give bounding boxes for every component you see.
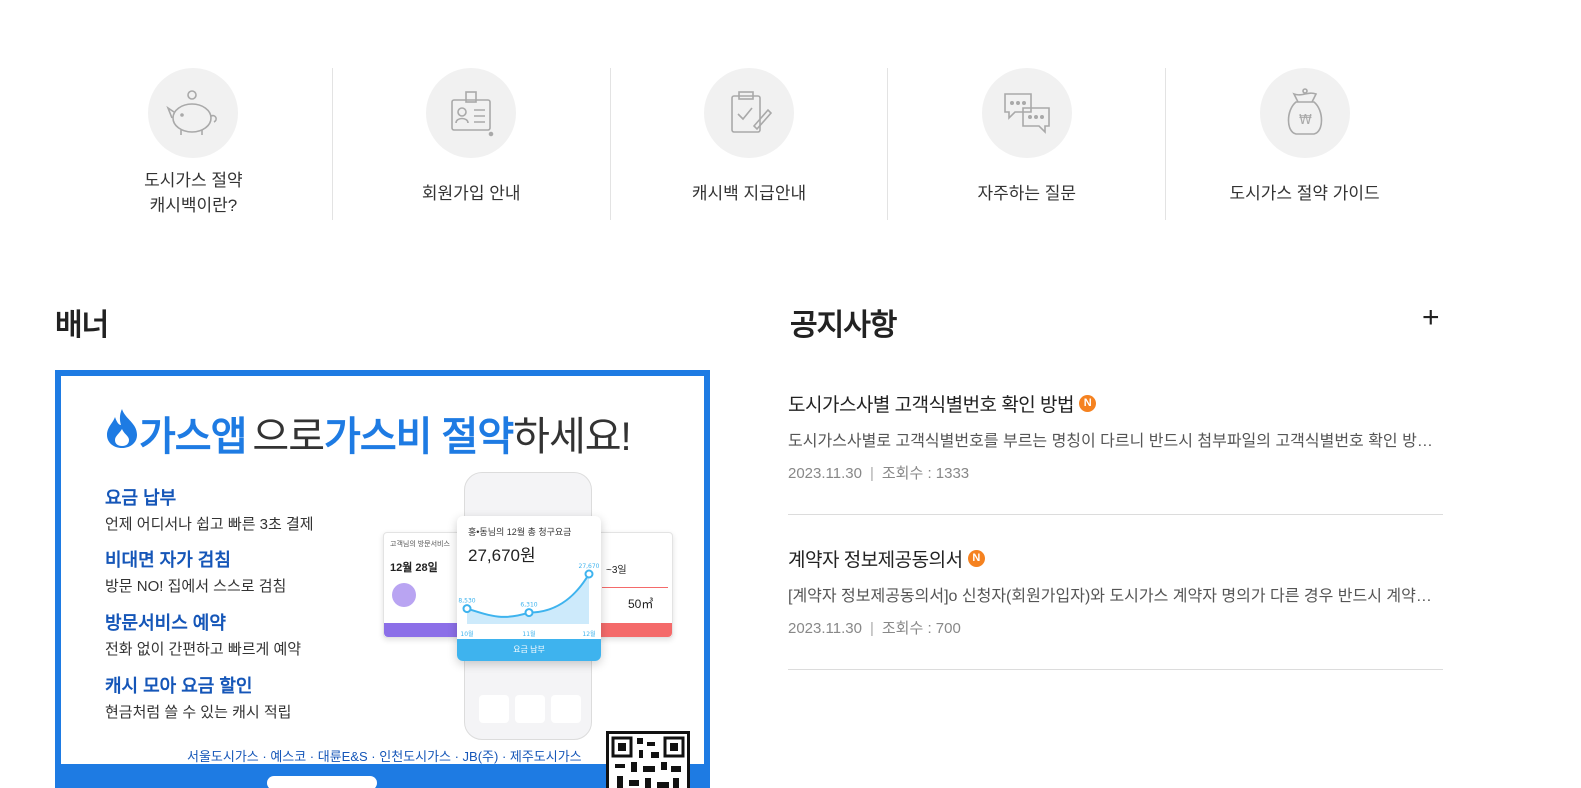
phone-menu-tile: [551, 695, 581, 723]
bill-card: 홍•동님의 12월 총 청구요금 27,670원 8,530 10월 6,310 11…: [457, 516, 601, 661]
feature-desc: 현금처럼 쓸 수 있는 캐시 적립: [105, 704, 292, 721]
notice-meta: 2023.11.30 | 조회수 : 700: [788, 617, 961, 638]
notice-section-title: 공지사항: [790, 309, 897, 342]
left-card-title: 고객님의 방문서비스: [390, 541, 450, 548]
new-badge: N: [1079, 395, 1097, 412]
right-card-divider: [602, 587, 668, 588]
chart-point: [584, 569, 594, 579]
quick-menu-label: 도시가스 절약 가이드: [1229, 183, 1380, 203]
quick-menu-label: 캐시백 지급안내: [691, 183, 807, 203]
svg-text:₩: ₩: [1299, 113, 1312, 128]
right-card-range: ~3일: [606, 565, 627, 576]
notice-title-text: 계약자 정보제공동의서: [788, 550, 963, 571]
phone-menu-tile: [479, 695, 509, 723]
checklist-icon: [703, 68, 794, 158]
notice-meta: 2023.11.30 | 조회수 : 1333: [788, 462, 969, 483]
notice-views: 조회수 : 700: [881, 620, 961, 637]
right-card-bar: [596, 623, 672, 637]
notice-date: 2023.11.30: [788, 620, 862, 637]
right-card-value: 50㎥: [628, 597, 654, 611]
new-badge: N: [967, 550, 985, 567]
feature-title: 캐시 모아 요금 할인: [105, 676, 253, 696]
chart-month-label: 12월: [582, 630, 595, 638]
headline-end: 하세요!: [513, 415, 632, 459]
chart-point: [462, 604, 472, 614]
notice-title: 도시가스사별 고객식별번호 확인 방법 N: [788, 390, 1097, 417]
headline-saving: 가스비 절약: [324, 415, 514, 459]
banner-content: 가스앱 으로 가스비 절약 하세요! 요금 납부 언제 어디서나 쉽고 빠른 3…: [61, 376, 704, 788]
chart-data-label: 8,530: [458, 598, 475, 605]
quick-menu-signup-guide[interactable]: 회원가입 안내: [333, 68, 611, 220]
feature-visit-service: 방문서비스 예약 전화 없이 간편하고 빠르게 예약: [105, 609, 301, 659]
notice-date: 2023.11.30: [788, 465, 862, 482]
quick-menu-label: 자주하는 질문: [977, 183, 1077, 203]
headline-connector: 으로: [252, 415, 325, 459]
feature-desc: 방문 NO! 집에서 스스로 검침: [105, 578, 287, 595]
notice-title: 계약자 정보제공동의서 N: [788, 545, 985, 572]
quick-menu-label: 도시가스 절약 캐시백이란?: [144, 171, 243, 215]
meta-separator: |: [869, 465, 874, 482]
left-card-bar: [384, 623, 462, 637]
meter-reading-card: ~3일 50㎥: [595, 532, 673, 638]
chart-month-label: 11월: [522, 630, 535, 638]
quick-menu-cashback-intro[interactable]: 도시가스 절약 캐시백이란?: [55, 68, 333, 220]
bill-card-title: 홍•동님의 12월 총 청구요금: [468, 527, 572, 537]
notice-desc: 도시가스사별로 고객식별번호를 부르는 명칭이 다르니 반드시 첨부파일의 고객…: [788, 433, 1438, 450]
meta-separator: |: [869, 620, 874, 637]
id-card-icon: [426, 68, 517, 158]
notice-item[interactable]: 도시가스사별 고객식별번호 확인 방법 N 도시가스사별로 고객식별번호를 부르…: [788, 360, 1443, 515]
notice-desc: [계약자 정보제공동의서]o 신청자(회원가입자)와 도시가스 계약자 명의가 …: [788, 588, 1438, 605]
quick-menu-faq[interactable]: 자주하는 질문: [888, 68, 1167, 220]
feature-title: 방문서비스 예약: [105, 613, 226, 633]
pay-bill-button: 요금 납부: [457, 639, 601, 661]
visit-service-card: 고객님의 방문서비스 12월 28일: [383, 532, 463, 638]
chat-bubbles-icon: [981, 68, 1072, 158]
qr-code: [606, 731, 690, 788]
piggy-bank-icon: [148, 68, 239, 158]
feature-desc: 언제 어디서나 쉽고 빠른 3초 결제: [105, 516, 314, 533]
bill-chart: 8,530 10월 6,310 11월 27,670 12월: [458, 563, 600, 638]
notice-views: 조회수 : 1333: [881, 465, 970, 482]
chart-month-label: 10월: [460, 630, 473, 638]
feature-cash-discount: 캐시 모아 요금 할인 현금처럼 쓸 수 있는 캐시 적립: [105, 672, 291, 722]
chart-data-label: 6,310: [520, 602, 537, 609]
banner-pagination: [267, 776, 377, 788]
left-card-date: 12월 28일: [390, 562, 438, 574]
flame-icon: [105, 407, 139, 459]
chart-data-label: 27,670: [579, 563, 600, 570]
feature-payment: 요금 납부 언제 어디서나 쉽고 빠른 3초 결제: [105, 484, 314, 534]
banner-section-title: 배너: [55, 309, 109, 342]
phone-menu-tile: [515, 695, 545, 723]
quick-menu-label: 회원가입 안내: [421, 183, 521, 203]
partner-companies: 서울도시가스 · 예스코 · 대륜E&S · 인천도시가스 · JB(주) · …: [187, 749, 582, 764]
feature-self-reading: 비대면 자가 검침 방문 NO! 집에서 스스로 검침: [105, 546, 286, 596]
notice-list: 도시가스사별 고객식별번호 확인 방법 N 도시가스사별로 고객식별번호를 부르…: [788, 360, 1443, 670]
money-bag-icon: ₩: [1259, 68, 1350, 158]
banner-headline: 가스앱 으로 가스비 절약 하세요!: [105, 404, 632, 462]
character-avatar: [392, 583, 416, 607]
quick-menu-saving-guide[interactable]: ₩ 도시가스 절약 가이드: [1166, 68, 1443, 220]
notice-item[interactable]: 계약자 정보제공동의서 N [계약자 정보제공동의서]o 신청자(회원가입자)와…: [788, 515, 1443, 670]
feature-title: 요금 납부: [105, 488, 177, 508]
chart-point: [524, 608, 534, 618]
notice-title-text: 도시가스사별 고객식별번호 확인 방법: [788, 395, 1075, 416]
feature-title: 비대면 자가 검침: [105, 550, 231, 570]
feature-desc: 전화 없이 간편하고 빠르게 예약: [105, 641, 302, 658]
notice-more-button[interactable]: +: [1422, 303, 1440, 333]
headline-app: 가스앱: [139, 415, 247, 459]
quick-menu-cashback-payment[interactable]: 캐시백 지급안내: [611, 68, 889, 220]
gas-app-banner[interactable]: 가스앱 으로 가스비 절약 하세요! 요금 납부 언제 어디서나 쉽고 빠른 3…: [55, 370, 710, 788]
quick-menu: 도시가스 절약 캐시백이란? 회원가입 안내 캐시백 지급안내 자주하는 질문 …: [55, 68, 1443, 220]
